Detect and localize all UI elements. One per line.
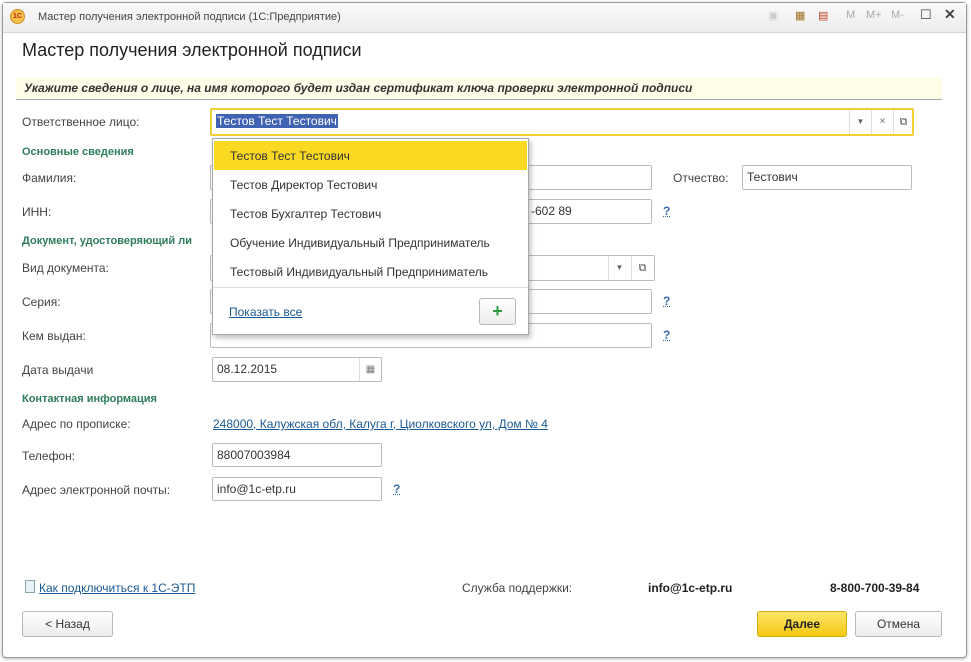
divider <box>213 287 528 288</box>
add-button[interactable]: + <box>479 298 516 325</box>
email-help-link[interactable]: ? <box>393 482 400 496</box>
save-icon[interactable]: ▣ <box>768 9 778 22</box>
howto-link[interactable]: Как подключиться к 1С-ЭТП <box>39 581 195 595</box>
inn-help-link[interactable]: ? <box>663 204 670 218</box>
responsible-value: Тестов Тест Тестович <box>216 114 338 128</box>
calendar-icon[interactable]: ▤ <box>818 9 828 22</box>
patronymic-input[interactable]: Тестович <box>742 165 912 190</box>
next-button[interactable]: Далее <box>757 611 847 637</box>
series-label: Серия: <box>22 295 61 309</box>
open-icon[interactable]: ⧉ <box>631 256 653 280</box>
email-input[interactable]: info@1c-etp.ru <box>212 477 382 501</box>
window-title: Мастер получения электронной подписи (1С… <box>38 11 341 23</box>
section-contact: Контактная информация <box>22 393 157 405</box>
address-label: Адрес по прописке: <box>22 417 131 431</box>
patronymic-label: Отчество: <box>673 171 729 185</box>
inn-label: ИНН: <box>22 205 52 219</box>
section-document: Документ, удостоверяющий ли <box>22 235 192 247</box>
page-title: Мастер получения электронной подписи <box>22 40 362 60</box>
clear-icon[interactable]: × <box>871 110 893 134</box>
doc-type-label: Вид документа: <box>22 261 109 275</box>
chevron-down-icon[interactable]: ▼ <box>849 110 871 134</box>
memory-plus-button[interactable]: M+ <box>866 9 882 21</box>
1c-logo-icon: 1С <box>10 9 25 24</box>
info-banner: Укажите сведения о лице, на имя которого… <box>16 77 942 100</box>
show-all-link[interactable]: Показать все <box>229 305 302 319</box>
memory-button[interactable]: M <box>846 9 855 21</box>
chevron-down-icon[interactable]: ▼ <box>608 256 630 280</box>
maximize-icon[interactable]: ☐ <box>920 7 932 23</box>
responsible-dropdown: Тестов Тест Тестович Тестов Директор Тес… <box>212 138 529 335</box>
back-button[interactable]: < Назад <box>22 611 113 637</box>
cancel-button[interactable]: Отмена <box>855 611 942 637</box>
responsible-input[interactable]: Тестов Тест Тестович ▼ × ⧉ <box>210 108 914 136</box>
dropdown-item[interactable]: Обучение Индивидуальный Предприниматель <box>214 228 527 257</box>
dropdown-item[interactable]: Тестов Директор Тестович <box>214 170 527 199</box>
support-email: info@1c-etp.ru <box>648 581 733 595</box>
open-icon[interactable]: ⧉ <box>893 110 912 134</box>
close-icon[interactable]: ✕ <box>944 6 956 23</box>
calendar-icon[interactable]: ▦ <box>359 358 381 381</box>
dropdown-item[interactable]: Тестов Тест Тестович <box>214 141 527 170</box>
document-icon <box>25 580 35 593</box>
issue-date-value: 08.12.2015 <box>217 362 278 376</box>
info-text: Укажите сведения о лице, на имя которого… <box>24 81 693 95</box>
issued-by-label: Кем выдан: <box>22 329 86 343</box>
phone-input[interactable]: 88007003984 <box>212 443 382 467</box>
phone-label: Телефон: <box>22 449 76 463</box>
section-main: Основные сведения <box>22 146 134 158</box>
memory-minus-button[interactable]: M- <box>891 9 904 21</box>
issued-by-help-link[interactable]: ? <box>663 328 670 342</box>
surname-label: Фамилия: <box>22 171 77 185</box>
email-label: Адрес электронной почты: <box>22 483 171 497</box>
issue-date-input[interactable]: 08.12.2015 ▦ <box>212 357 382 382</box>
dropdown-item[interactable]: Тестовый Индивидуальный Предприниматель <box>214 257 527 286</box>
support-label: Служба поддержки: <box>462 581 573 595</box>
calculator-icon[interactable]: ▦ <box>795 9 805 22</box>
dropdown-item[interactable]: Тестов Бухгалтер Тестович <box>214 199 527 228</box>
responsible-label: Ответственное лицо: <box>22 115 140 129</box>
address-link[interactable]: 248000, Калужская обл, Калуга г, Циолков… <box>213 417 548 431</box>
support-phone: 8-800-700-39-84 <box>830 581 920 595</box>
issue-date-label: Дата выдачи <box>22 363 94 377</box>
series-help-link[interactable]: ? <box>663 294 670 308</box>
